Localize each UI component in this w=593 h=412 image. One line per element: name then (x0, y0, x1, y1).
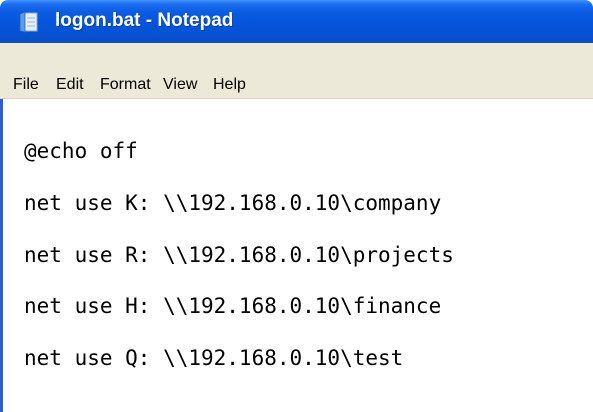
notepad-window: logon.bat - Notepad File Edit Format Vie… (0, 0, 593, 412)
notepad-icon (19, 11, 38, 33)
window-border-left (0, 99, 3, 412)
editor-line: net use K: \\192.168.0.10\company (24, 191, 442, 215)
menu-file[interactable]: File (13, 75, 39, 95)
editor-line: @echo off (24, 139, 138, 163)
menu-bar-band (0, 43, 593, 62)
title-bar[interactable]: logon.bat - Notepad (0, 0, 593, 43)
window-title: logon.bat - Notepad (55, 10, 234, 31)
editor-line: net use R: \\192.168.0.10\projects (24, 243, 454, 267)
menu-view[interactable]: View (163, 75, 197, 95)
menu-help[interactable]: Help (213, 75, 246, 95)
editor-line: net use Q: \\192.168.0.10\test (24, 346, 404, 370)
editor-line: net use H: \\192.168.0.10\finance (24, 294, 442, 318)
menu-edit[interactable]: Edit (56, 75, 84, 95)
menu-format[interactable]: Format (100, 75, 151, 95)
menu-bar (0, 62, 593, 99)
